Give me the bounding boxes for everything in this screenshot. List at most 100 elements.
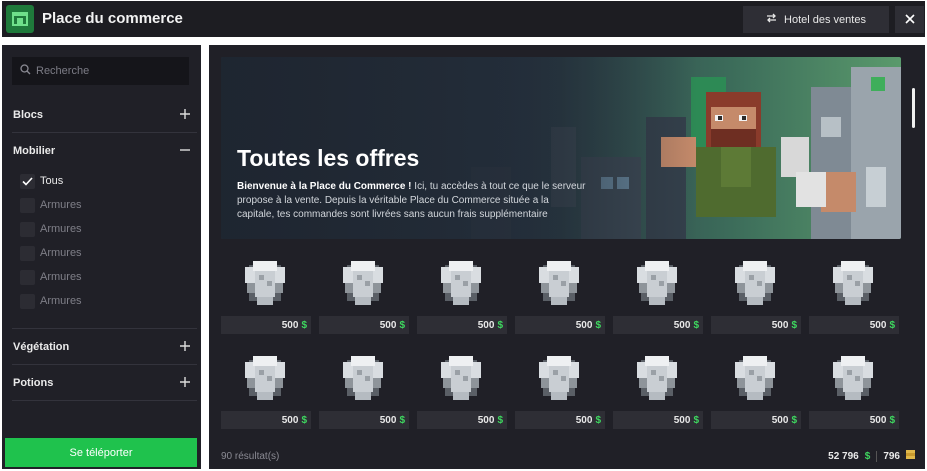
close-button[interactable] [895,6,924,33]
offer-card[interactable]: 500 $ [221,348,311,430]
offer-card[interactable]: 500 $ [515,253,605,335]
armor-icon [221,253,311,315]
category-label: Blocs [13,109,43,121]
price-value: 500 [673,414,691,426]
checkbox[interactable] [20,245,35,261]
scrollbar-thumb[interactable] [912,88,915,128]
category-label: Mobilier [13,145,56,157]
filter-armures[interactable]: Armures [20,196,82,214]
armor-icon [809,348,899,410]
plus-icon [180,340,190,354]
price-tag: 500 $ [809,411,899,429]
header-bar: Place du commerce Hotel des ventes [2,1,925,37]
currency-symbol: $ [399,414,405,426]
armor-icon [613,253,703,315]
wallet-balance: 52 796 $ 796 [828,450,915,462]
teleport-button[interactable]: Se téléporter [5,438,197,467]
price-tag: 500 $ [221,316,311,334]
checkbox[interactable] [20,269,35,285]
currency-symbol: $ [693,414,699,426]
filter-sidebar: Recherche Blocs Mobilier Tous Armures Ar… [2,45,201,469]
currency-symbol: $ [791,319,797,331]
hotel-des-ventes-button[interactable]: Hotel des ventes [743,6,889,33]
filter-tous[interactable]: Tous [20,172,63,190]
armor-icon [515,253,605,315]
price-tag: 500 $ [515,411,605,429]
checkbox[interactable] [20,197,35,213]
offer-card[interactable]: 500 $ [221,253,311,335]
currency-symbol: $ [595,414,601,426]
divider [876,450,878,462]
offer-card[interactable]: 500 $ [711,253,801,335]
checkbox-checked[interactable] [20,173,35,189]
offer-card[interactable]: 500 $ [809,253,899,335]
checkbox[interactable] [20,293,35,309]
armor-icon [417,253,507,315]
checkbox[interactable] [20,221,35,237]
check-icon [22,176,33,186]
search-placeholder: Recherche [36,65,90,77]
price-tag: 500 $ [711,316,801,334]
hotel-button-label: Hotel des ventes [784,13,866,26]
price-value: 500 [673,319,691,331]
plus-icon [180,376,190,390]
armor-icon [711,348,801,410]
price-value: 500 [379,319,397,331]
price-value: 500 [477,414,495,426]
offer-card[interactable]: 500 $ [417,253,507,335]
plus-icon [180,108,190,122]
offer-card[interactable]: 500 $ [319,253,409,335]
marketplace-window: Place du commerce Hotel des ventes Reche… [0,0,927,471]
price-value: 500 [281,414,299,426]
money-amount: 52 796 [828,450,859,462]
filter-label: Tous [40,175,64,187]
search-icon [20,62,31,80]
filter-label: Armures [40,199,82,211]
price-value: 500 [281,319,299,331]
offers-grid: 500 $ 500 $ 500 $ 500 $ 500 $ 500 $ 500 … [221,253,901,433]
category-blocs[interactable]: Blocs [2,98,201,132]
price-value: 500 [575,319,593,331]
currency-symbol: $ [497,319,503,331]
offer-card[interactable]: 500 $ [809,348,899,430]
offer-card[interactable]: 500 $ [711,348,801,430]
price-tag: 500 $ [417,411,507,429]
price-tag: 500 $ [417,316,507,334]
price-tag: 500 $ [319,411,409,429]
page-title: Place du commerce [42,10,183,27]
price-tag: 500 $ [613,411,703,429]
token-amount: 796 [883,450,900,462]
divider [12,364,197,365]
category-potions[interactable]: Potions [2,366,201,400]
armor-icon [319,253,409,315]
swap-icon [766,13,777,26]
category-mobilier[interactable]: Mobilier [2,134,201,168]
offer-card[interactable]: 500 $ [417,348,507,430]
filter-label: Armures [40,247,82,259]
filter-label: Armures [40,295,82,307]
minus-icon [180,145,190,158]
filter-armures[interactable]: Armures [20,268,82,286]
currency-symbol: $ [497,414,503,426]
filter-armures[interactable]: Armures [20,220,82,238]
results-count: 90 résultat(s) [221,451,280,462]
hero-banner: Toutes les offres Bienvenue à la Place d… [221,57,901,239]
divider [12,132,197,133]
filter-armures[interactable]: Armures [20,292,82,310]
shop-icon [6,5,34,33]
currency-symbol: $ [595,319,601,331]
price-tag: 500 $ [613,316,703,334]
filter-armures[interactable]: Armures [20,244,82,262]
price-tag: 500 $ [319,316,409,334]
category-vegetation[interactable]: Végétation [2,330,201,364]
search-input[interactable]: Recherche [12,57,189,85]
currency-symbol: $ [399,319,405,331]
offer-card[interactable]: 500 $ [613,348,703,430]
price-value: 500 [771,414,789,426]
armor-icon [515,348,605,410]
price-value: 500 [477,319,495,331]
offer-card[interactable]: 500 $ [515,348,605,430]
offer-card[interactable]: 500 $ [319,348,409,430]
price-value: 500 [771,319,789,331]
offer-card[interactable]: 500 $ [613,253,703,335]
